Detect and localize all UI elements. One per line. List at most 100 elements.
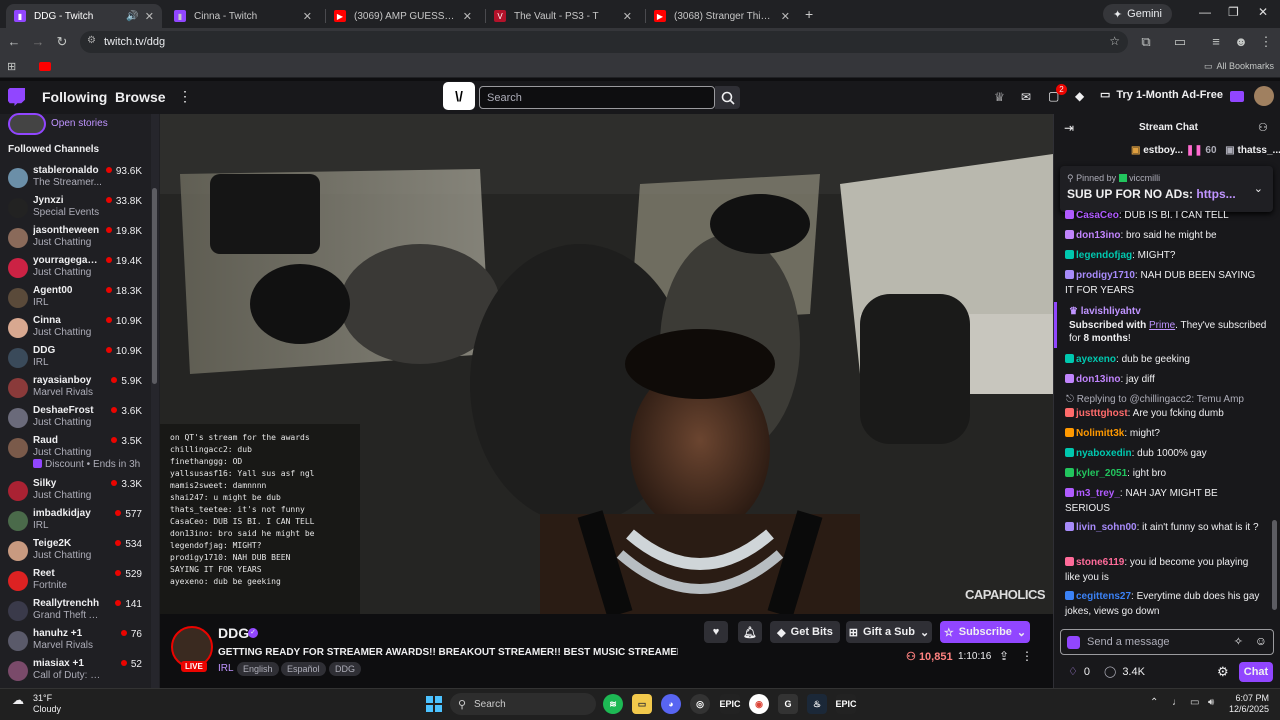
youtube-bookmark-icon[interactable] [39, 62, 51, 71]
new-tab-button[interactable]: + [805, 6, 813, 22]
sidebar-channel[interactable]: imbadkidjay IRL 577 [0, 507, 148, 537]
subscribe-button[interactable]: ☆ Subscribe ⌄ [940, 621, 1030, 643]
volume-icon[interactable]: 🔊︎ [1208, 697, 1214, 708]
chat-username[interactable]: justttghost [1076, 408, 1128, 419]
minimize-icon[interactable]: — [1199, 5, 1211, 19]
turbo-icon[interactable] [1230, 91, 1244, 102]
gift-sub-button[interactable]: ⊞ Gift a Sub ⌄ [846, 621, 932, 643]
browser-tab-amp[interactable]: ▶ (3069) AMP GUESS THE WHITE ✕ [326, 4, 480, 28]
channel-points[interactable]: ♢ 0 ◯ 3.4K [1068, 665, 1145, 679]
nav-following[interactable]: Following [42, 89, 107, 105]
chat-username[interactable]: m3_trey_ [1076, 488, 1120, 499]
sidebar-channel[interactable]: Silky Just Chatting 3.3K [0, 477, 148, 507]
notification-bell-button[interactable]: 🔔︎ [738, 621, 762, 643]
sidebar-channel[interactable]: miasiax +1 Call of Duty: Bl... 52 [0, 657, 148, 687]
restore-icon[interactable]: ❐ [1228, 5, 1239, 19]
chat-username[interactable]: cegittens27 [1076, 591, 1131, 602]
discord-icon[interactable]: ◕ [661, 694, 681, 714]
prime-crown-icon[interactable]: ♕ [994, 90, 1005, 104]
chat-send-button[interactable]: Chat [1239, 662, 1273, 682]
community-icon[interactable]: ⚇ [1258, 121, 1268, 134]
chat-username[interactable]: stone6119 [1076, 557, 1124, 568]
sidebar-channel[interactable]: stableronaldo The Streamer... 93.6K [0, 164, 148, 194]
apps-grid-icon[interactable]: ⊞ [7, 60, 16, 73]
sidebar-channel[interactable]: Agent00 IRL 18.3K [0, 284, 148, 314]
close-tab-icon[interactable]: ✕ [463, 10, 472, 23]
sidebar-scroll-thumb[interactable] [152, 188, 157, 384]
clock[interactable]: 6:07 PM 12/6/2025 [1229, 693, 1269, 715]
chat-input[interactable]: Send a message ✧ ☺ [1060, 629, 1274, 655]
chrome-icon[interactable]: ◉ [749, 694, 769, 714]
collapse-chat-icon[interactable]: ⇥ [1064, 121, 1074, 135]
stories-avatars[interactable] [8, 113, 46, 135]
spotify-icon[interactable]: ≋ [603, 694, 623, 714]
tray-chevron-icon[interactable]: ⌃ [1150, 697, 1158, 708]
all-bookmarks-button[interactable]: ▭ All Bookmarks [1204, 61, 1274, 72]
back-icon[interactable]: ← [6, 34, 22, 49]
sidebar-channel[interactable]: Reallytrenchh Grand Theft Au... 141 [0, 597, 148, 627]
weather-icon[interactable]: ☁ [12, 693, 24, 707]
audio-playing-icon[interactable]: 🔊 [126, 11, 138, 22]
chat-username[interactable]: Nolimitt3k [1076, 428, 1124, 439]
search-button[interactable] [715, 86, 740, 109]
leaderboard[interactable]: ▣ estboy... ❚❚ 60 ▣ thatss_... [1131, 145, 1280, 156]
close-tab-icon[interactable]: ✕ [623, 10, 632, 23]
inbox-icon[interactable]: ✉ [1021, 90, 1031, 104]
close-tab-icon[interactable]: ✕ [781, 10, 790, 23]
user-avatar[interactable] [1254, 86, 1274, 106]
sidebar-channel[interactable]: Jynxzi Special Events 33.8K [0, 194, 148, 224]
browser-tab-ddg[interactable]: ▮ DDG - Twitch 🔊 ✕ [6, 4, 162, 28]
chat-username[interactable]: nyaboxedin [1076, 448, 1132, 459]
search-input[interactable]: Search [479, 86, 715, 109]
browser-tab-vault[interactable]: V The Vault - PS3 - T ✕ [486, 4, 640, 28]
tab-search-icon[interactable]: ▭ [1172, 34, 1188, 50]
menu-kebab-icon[interactable]: ⋮ [1258, 34, 1274, 50]
chat-username[interactable]: kyler_2051 [1076, 468, 1127, 479]
sidebar-channel[interactable]: Teige2K Just Chatting 534 [0, 537, 148, 567]
taskbar-search[interactable]: ⚲ Search [450, 693, 596, 715]
chat-identity-icon[interactable] [1067, 636, 1080, 649]
tag-ddg[interactable]: DDG [329, 662, 361, 676]
epic-games-icon[interactable]: EPIC [720, 694, 741, 714]
chat-username[interactable]: livin_sohn00 [1076, 522, 1137, 533]
browser-tab-cinna[interactable]: ▮ Cinna - Twitch ✕ [166, 4, 320, 28]
power-ups-icon[interactable]: ✧ [1234, 635, 1243, 648]
sidebar-channel[interactable]: yourragegami... Just Chatting 19.4K [0, 254, 148, 284]
extensions-icon[interactable]: ⧉ [1138, 34, 1154, 50]
pinned-message[interactable]: ⚲ Pinned by viccmilli SUB UP FOR NO ADs:… [1060, 166, 1273, 212]
get-bits-button[interactable]: ◆ Get Bits [770, 621, 840, 643]
reading-list-icon[interactable]: ≡ [1208, 34, 1224, 49]
sidebar-channel[interactable]: DDG IRL 10.9K [0, 344, 148, 374]
open-stories-link[interactable]: Open stories [51, 118, 108, 129]
chevron-down-icon[interactable]: ⌄ [1254, 182, 1263, 195]
steam-icon[interactable]: ♨ [807, 694, 827, 714]
video-player[interactable]: on QT's stream for the awards chillingacc… [160, 114, 1053, 614]
network-icon[interactable]: ▭ [1190, 697, 1199, 708]
chat-username[interactable]: prodigy1710 [1076, 270, 1135, 281]
tag-english[interactable]: English [237, 662, 279, 676]
close-window-icon[interactable]: ✕ [1258, 5, 1268, 19]
app-icon-2[interactable]: G [778, 694, 798, 714]
chat-username[interactable]: CasaCeo [1076, 210, 1119, 221]
close-tab-icon[interactable]: ✕ [145, 10, 154, 23]
reload-icon[interactable]: ↻ [54, 34, 70, 50]
start-icon[interactable] [424, 694, 444, 714]
chat-username[interactable]: ayexeno [1076, 354, 1116, 365]
stream-category[interactable]: IRL [218, 663, 234, 674]
address-bar[interactable]: ⚙ twitch.tv/ddg ☆ [80, 31, 1128, 53]
ad-free-button[interactable]: ▭ Try 1-Month Ad-Free [1100, 88, 1223, 102]
weather-widget[interactable]: 31°F Cloudy [33, 693, 61, 715]
forward-icon[interactable]: → [30, 34, 46, 49]
follow-heart-button[interactable]: ♥ [704, 621, 728, 643]
browser-tab-stranger-things[interactable]: ▶ (3068) Stranger Things | Hot Or ✕ [646, 4, 798, 28]
sidebar-channel[interactable]: Cinna Just Chatting 10.9K [0, 314, 148, 344]
more-icon[interactable]: ⋮ [178, 88, 192, 105]
site-info-icon[interactable]: ⚙ [87, 35, 96, 46]
sidebar-channel[interactable]: rayasianboy Marvel Rivals 5.9K [0, 374, 148, 404]
epic-games-icon-2[interactable]: EPIC [836, 694, 857, 714]
gemini-button[interactable]: ✦ Gemini [1102, 4, 1172, 24]
more-options-icon[interactable]: ⋮ [1021, 649, 1033, 663]
chat-username[interactable]: don13ino [1076, 374, 1120, 385]
sidebar-channel[interactable]: jasontheween Just Chatting 19.8K [0, 224, 148, 254]
share-icon[interactable]: ⇪ [999, 649, 1009, 663]
